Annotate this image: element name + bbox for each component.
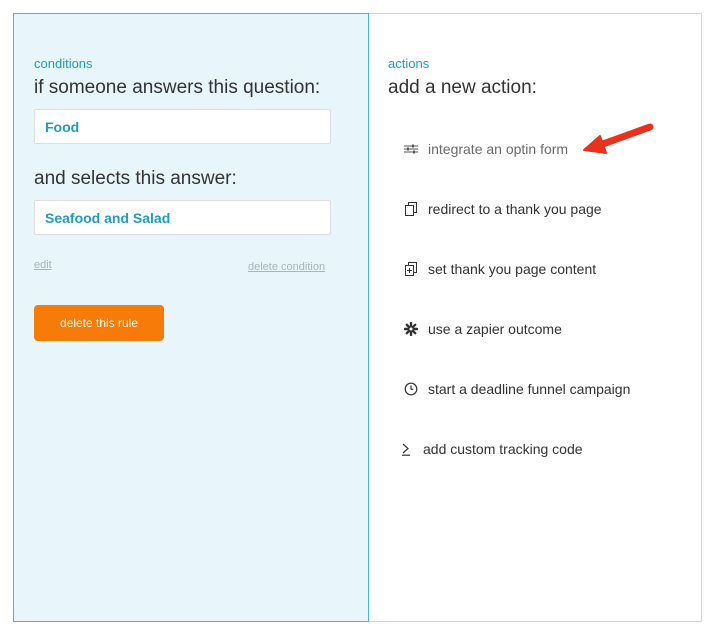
rule-editor: conditions if someone answers this quest… — [13, 13, 702, 622]
question-field[interactable]: Food — [34, 109, 331, 144]
actions-heading: add a new action: — [388, 77, 537, 98]
annotation-arrow-icon — [583, 123, 654, 154]
action-label: integrate an optin form — [428, 141, 569, 157]
clock-icon — [401, 382, 421, 396]
code-icon — [396, 442, 416, 456]
action-redirect-thank-you-page[interactable]: redirect to a thank you page — [401, 198, 602, 220]
action-set-thank-you-content[interactable]: set thank you page content — [401, 258, 596, 280]
action-deadline-funnel[interactable]: start a deadline funnel campaign — [401, 378, 630, 400]
action-label: use a zapier outcome — [428, 321, 562, 337]
sliders-icon — [401, 144, 421, 154]
answer-field[interactable]: Seafood and Salad — [34, 200, 331, 235]
actions-section-label: actions — [388, 56, 430, 71]
conditions-panel: conditions if someone answers this quest… — [13, 13, 369, 622]
pages-icon — [401, 202, 421, 216]
add-page-icon — [401, 262, 421, 276]
actions-panel: actions add a new action: integrate an o… — [369, 13, 702, 622]
edit-link[interactable]: edit — [34, 259, 52, 271]
question-heading: if someone answers this question: — [34, 77, 321, 98]
delete-condition-link[interactable]: delete condition — [248, 261, 325, 273]
action-label: set thank you page content — [428, 261, 597, 277]
conditions-section-label: conditions — [34, 56, 93, 71]
delete-rule-button[interactable]: delete this rule — [34, 305, 164, 341]
action-label: add custom tracking code — [423, 441, 583, 457]
gear-icon — [401, 322, 421, 336]
answer-heading: and selects this answer: — [34, 168, 237, 189]
action-zapier-outcome[interactable]: use a zapier outcome — [401, 318, 562, 340]
action-label: redirect to a thank you page — [428, 201, 602, 217]
action-label: start a deadline funnel campaign — [428, 381, 631, 397]
action-custom-tracking-code[interactable]: add custom tracking code — [396, 438, 583, 460]
action-integrate-optin-form[interactable]: integrate an optin form — [401, 138, 568, 160]
